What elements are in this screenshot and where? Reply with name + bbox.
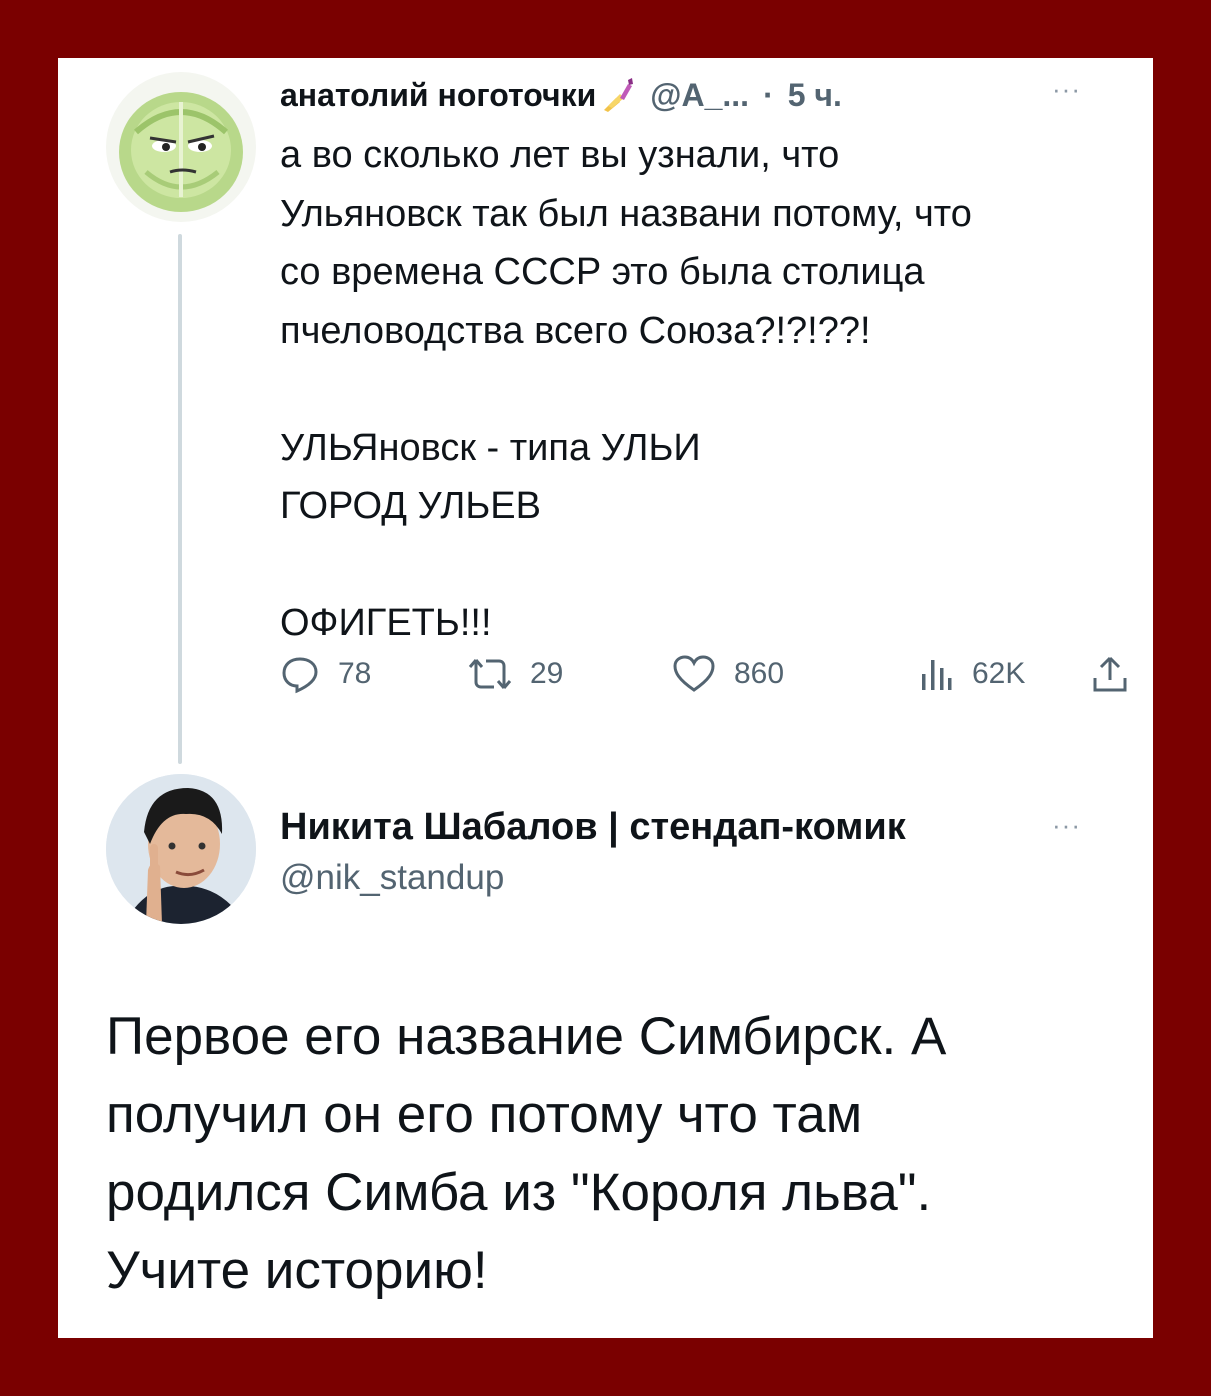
reply-button[interactable]: 78	[280, 654, 371, 694]
tweet-header: анатолий ноготочки @А_... · 5 ч.	[280, 76, 842, 114]
tweet-text-line	[280, 536, 1120, 595]
views-count: 62K	[972, 657, 1026, 690]
retweet-count: 29	[530, 657, 564, 690]
tweet-actions: 78 29 860 62K	[280, 654, 1130, 702]
tweet-card: анатолий ноготочки @А_... · 5 ч. ··· а в…	[58, 58, 1153, 1338]
author-avatar[interactable]	[106, 72, 256, 222]
tweet-text-line	[280, 360, 1120, 419]
reply-text-line: получил он его потому что там	[106, 1085, 863, 1144]
retweet-icon	[468, 659, 512, 689]
reply-text-line: Первое его название Симбирск. А	[106, 1007, 947, 1066]
reply-author-handle[interactable]: @nik_standup	[280, 858, 504, 898]
reply-author-avatar[interactable]	[106, 774, 256, 924]
tweet-text-line: а во сколько лет вы узнали, что	[280, 134, 840, 176]
cabbage-avatar-image	[119, 92, 243, 212]
retweet-button[interactable]: 29	[468, 654, 563, 694]
reply-count: 78	[338, 657, 372, 690]
heart-icon	[673, 655, 715, 692]
reply-icon	[282, 657, 318, 694]
tweet-text-line: ОФИГЕТЬ!!!	[280, 602, 492, 644]
views-chart-icon	[922, 660, 952, 690]
tweet-time[interactable]: 5 ч.	[788, 77, 842, 114]
share-button[interactable]	[1090, 654, 1130, 694]
tweet-text-line: УЛЬЯновск - типа УЛЬИ	[280, 426, 701, 469]
like-count: 860	[734, 657, 785, 690]
tweet-text-line: ГОРОД УЛЬЕВ	[280, 485, 541, 527]
author-name[interactable]: анатолий ноготочки	[280, 77, 596, 114]
tweet-text-line: Ульяновск так был названи потому, что	[280, 192, 972, 235]
reply-header: Никита Шабалов | стендап-комик	[280, 806, 906, 849]
tweet-text-line: пчеловодства всего Союза?!?!??!	[280, 309, 871, 352]
tweet-text-line: со времена СССР это была столица	[280, 251, 925, 293]
reply-text-line: родился Симба из "Короля льва".	[106, 1163, 932, 1222]
nail-polish-icon	[604, 78, 634, 112]
reply-author-name[interactable]: Никита Шабалов | стендап-комик	[280, 806, 906, 849]
share-icon	[1093, 656, 1127, 692]
more-options-icon[interactable]: ···	[1052, 74, 1081, 105]
author-handle[interactable]: @А_...	[650, 77, 749, 114]
thread-line	[178, 234, 182, 764]
portrait-avatar-image	[106, 774, 256, 924]
like-button[interactable]: 860	[672, 654, 784, 694]
reply-text: Первое его название Симбирск. А получил …	[106, 998, 1126, 1310]
tweet-text: а во сколько лет вы узнали, что Ульяновс…	[280, 126, 1120, 653]
views-button[interactable]: 62K	[918, 654, 1025, 694]
separator-dot: ·	[763, 76, 774, 113]
reply-more-options-icon[interactable]: ···	[1052, 810, 1081, 841]
reply-text-line: Учите историю!	[106, 1241, 488, 1300]
